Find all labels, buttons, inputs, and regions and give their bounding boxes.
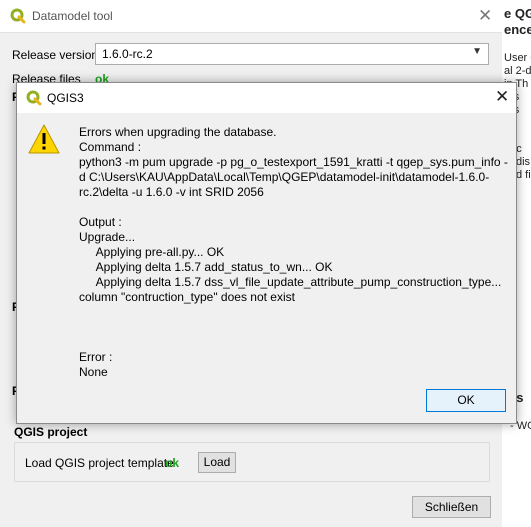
dialog-titlebar: QGIS3 ✕ — [17, 83, 516, 113]
error-message: Errors when upgrading the database. Comm… — [79, 125, 508, 379]
close-button[interactable]: Schließen — [412, 496, 491, 518]
load-template-button[interactable]: Load — [198, 452, 236, 473]
qgis-logo-icon — [26, 90, 42, 106]
right-text-fragment: ence — [504, 22, 531, 37]
right-text-fragment: e QG — [504, 6, 531, 21]
dialog-close-icon[interactable]: ✕ — [495, 87, 509, 107]
right-text-fragment: dis — [516, 156, 531, 168]
datamodel-tool-titlebar: Datamodel tool ✕ — [0, 0, 502, 33]
release-version-label: Release version — [12, 48, 99, 62]
load-template-status: ok — [165, 456, 180, 470]
qgis-project-title: QGIS project — [14, 425, 88, 439]
right-text-fragment: d fi — [516, 169, 531, 181]
dialog-title: QGIS3 — [47, 91, 84, 105]
right-text-fragment: al 2-da — [504, 65, 531, 77]
datamodel-tool-close-icon[interactable]: ✕ — [478, 6, 492, 26]
release-version-select[interactable]: 1.6.0-rc.2 ▼ — [95, 43, 489, 65]
datamodel-tool-title: Datamodel tool — [32, 9, 113, 23]
release-version-value: 1.6.0-rc.2 — [102, 47, 153, 61]
right-text-fragment: User C — [504, 52, 531, 64]
qgis3-error-dialog: QGIS3 ✕ Errors when upgrading the databa… — [16, 82, 517, 424]
chevron-down-icon[interactable]: ▼ — [472, 46, 482, 57]
ok-button[interactable]: OK — [426, 389, 506, 412]
qgis-project-group: Load QGIS project template ok Load — [14, 442, 490, 482]
load-template-label: Load QGIS project template — [25, 456, 174, 470]
qgis-logo-icon — [10, 8, 26, 24]
warning-icon — [28, 124, 60, 154]
